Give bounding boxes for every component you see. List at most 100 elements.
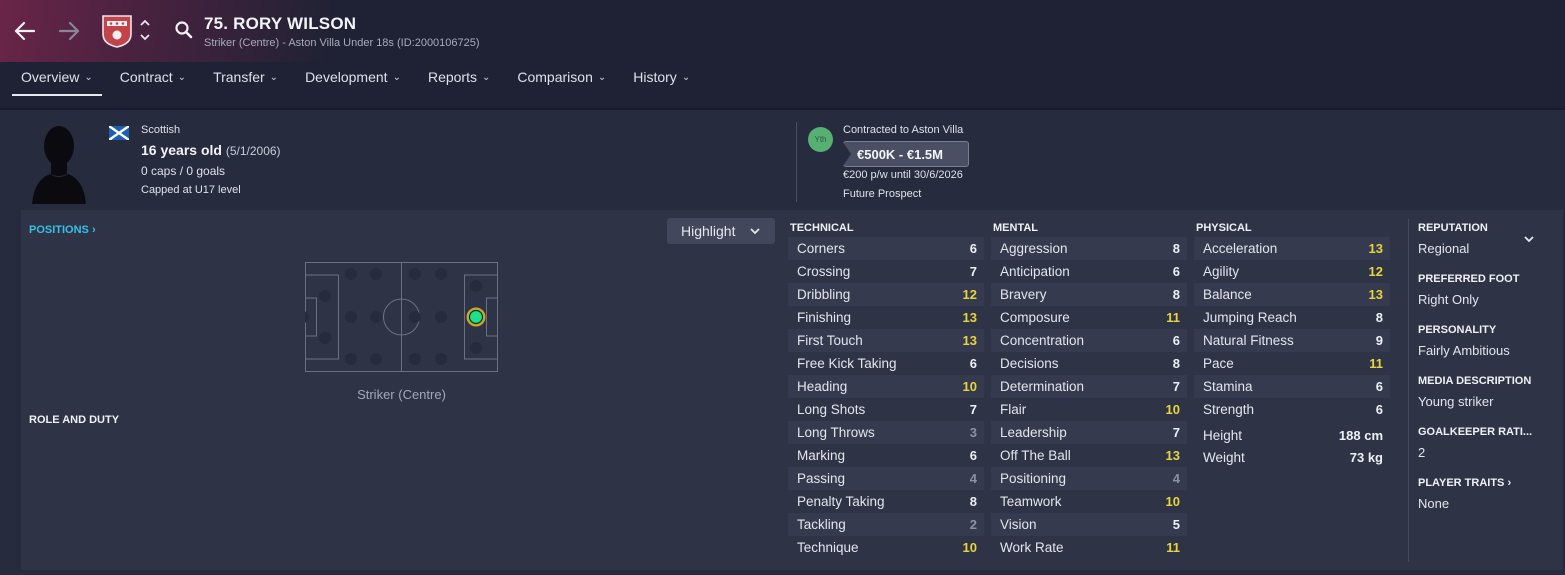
technical-attr-row[interactable]: Finishing 13 xyxy=(788,306,984,329)
reputation-header: REPUTATION xyxy=(1418,222,1488,234)
search-icon[interactable] xyxy=(174,20,194,40)
attr-name: Agility xyxy=(1203,264,1240,279)
attr-name: Concentration xyxy=(1000,333,1085,348)
technical-attr-row[interactable]: Long Shots 7 xyxy=(788,398,984,421)
chevron-down-icon: ⌄ xyxy=(481,72,491,83)
attr-name: Tackling xyxy=(797,517,846,532)
technical-attr-row[interactable]: Crossing 7 xyxy=(788,260,984,283)
chevron-down-icon[interactable] xyxy=(1522,232,1536,244)
attr-value: 6 xyxy=(969,448,977,463)
mental-attr-row[interactable]: Composure 11 xyxy=(991,306,1187,329)
technical-attr-row[interactable]: Passing 4 xyxy=(788,467,984,490)
technical-attr-row[interactable]: Corners 6 xyxy=(788,237,984,260)
physical-attr-row[interactable]: Pace 11 xyxy=(1194,352,1390,375)
highlight-dropdown[interactable]: Highlight xyxy=(667,218,775,244)
technical-attr-row[interactable]: Marking 6 xyxy=(788,444,984,467)
date-of-birth: (5/1/2006) xyxy=(225,144,281,158)
personality-header: PERSONALITY xyxy=(1418,324,1497,336)
mental-attr-row[interactable]: Concentration 6 xyxy=(991,329,1187,352)
mental-attr-row[interactable]: Decisions 8 xyxy=(991,352,1187,375)
tab-history[interactable]: History ⌄ xyxy=(624,64,699,94)
tab-label: Reports xyxy=(427,69,477,85)
technical-attr-row[interactable]: Heading 10 xyxy=(788,375,984,398)
attr-name: Finishing xyxy=(797,310,852,325)
physical-attr-row[interactable]: Balance 13 xyxy=(1194,283,1390,306)
attr-value: 12 xyxy=(1368,264,1383,279)
technical-attr-row[interactable]: Long Throws 3 xyxy=(788,421,984,444)
personality-group: PERSONALITY Fairly Ambitious xyxy=(1418,324,1558,375)
attr-value: 7 xyxy=(969,264,977,279)
chevron-down-icon: ⌄ xyxy=(177,72,187,83)
mental-attr-row[interactable]: Anticipation 6 xyxy=(991,260,1187,283)
physical-attr-row[interactable]: Acceleration 13 xyxy=(1194,237,1390,260)
tab-contract[interactable]: Contract ⌄ xyxy=(111,64,195,94)
height-row: Height 188 cm xyxy=(1203,424,1383,446)
attr-name: Determination xyxy=(1000,379,1085,394)
mental-attr-row[interactable]: Aggression 8 xyxy=(991,237,1187,260)
mental-attr-row[interactable]: Positioning 4 xyxy=(991,467,1187,490)
transfer-value-badge[interactable]: €500K - €1.5M xyxy=(843,141,969,167)
attr-name: Corners xyxy=(797,241,846,256)
chevron-down-icon: ⌄ xyxy=(681,72,691,83)
chevron-down-icon: ⌄ xyxy=(597,72,607,83)
mental-attr-row[interactable]: Off The Ball 13 xyxy=(991,444,1187,467)
chevron-down-icon xyxy=(750,228,760,235)
mental-attr-row[interactable]: Vision 5 xyxy=(991,513,1187,536)
transfer-value: €500K - €1.5M xyxy=(857,146,943,162)
physical-attr-row[interactable]: Stamina 6 xyxy=(1194,375,1390,398)
height-label: Height xyxy=(1203,427,1243,443)
mental-attr-row[interactable]: Teamwork 10 xyxy=(991,490,1187,513)
attr-value: 8 xyxy=(1172,241,1180,256)
mental-attr-row[interactable]: Determination 7 xyxy=(991,375,1187,398)
attr-value: 11 xyxy=(1166,310,1180,325)
physical-attr-row[interactable]: Agility 12 xyxy=(1194,260,1390,283)
tab-bar: Overview ⌄ Contract ⌄ Transfer ⌄ Developmen… xyxy=(12,64,708,96)
physical-attr-row[interactable]: Natural Fitness 9 xyxy=(1194,329,1390,352)
chevron-down-icon: ⌄ xyxy=(84,72,93,83)
technical-attr-row[interactable]: Free Kick Taking 6 xyxy=(788,352,984,375)
personality-value: Fairly Ambitious xyxy=(1418,343,1510,358)
technical-attr-row[interactable]: Tackling 2 xyxy=(788,513,984,536)
forward-arrow-icon[interactable] xyxy=(56,18,82,44)
positions-link[interactable]: POSITIONS › xyxy=(29,224,96,236)
technical-attr-row[interactable]: Penalty Taking 8 xyxy=(788,490,984,513)
technical-attr-row[interactable]: Technique 10 xyxy=(788,536,984,559)
attr-name: Bravery xyxy=(1000,287,1047,302)
player-avatar xyxy=(30,122,88,204)
contracted-to[interactable]: Contracted to Aston Villa xyxy=(843,124,963,136)
attr-value: 12 xyxy=(962,287,977,302)
attr-name: Passing xyxy=(797,471,846,486)
attr-value: 10 xyxy=(962,540,977,555)
mental-attr-row[interactable]: Flair 10 xyxy=(991,398,1187,421)
mental-attr-row[interactable]: Bravery 8 xyxy=(991,283,1187,306)
prospect-status: Future Prospect xyxy=(843,188,922,200)
attr-name: Crossing xyxy=(797,264,851,279)
reputation-group[interactable]: REPUTATION Regional xyxy=(1418,222,1558,273)
tab-comparison[interactable]: Comparison ⌄ xyxy=(508,64,615,94)
physical-attr-row[interactable]: Jumping Reach 8 xyxy=(1194,306,1390,329)
wage-info: €200 p/w until 30/6/2026 xyxy=(843,169,963,181)
highlight-label: Highlight xyxy=(681,223,736,239)
player-traits-group[interactable]: PLAYER TRAITS › None xyxy=(1418,477,1558,528)
mental-attr-row[interactable]: Leadership 7 xyxy=(991,421,1187,444)
club-crest-icon[interactable] xyxy=(101,14,133,48)
mental-attr-row[interactable]: Work Rate 11 xyxy=(991,536,1187,559)
attr-name: Heading xyxy=(797,379,848,394)
player-age: 16 years old (5/1/2006) xyxy=(141,142,281,158)
chevron-down-icon: ⌄ xyxy=(269,72,279,83)
physical-attr-row[interactable]: Strength 6 xyxy=(1194,398,1390,421)
tab-reports[interactable]: Reports ⌄ xyxy=(419,64,499,94)
tab-development[interactable]: Development ⌄ xyxy=(296,64,410,94)
tab-transfer[interactable]: Transfer ⌄ xyxy=(204,64,287,94)
attr-value: 8 xyxy=(1172,287,1180,302)
tab-overview[interactable]: Overview ⌄ xyxy=(12,64,102,96)
up-down-chevron-icon[interactable] xyxy=(138,16,152,44)
back-arrow-icon[interactable] xyxy=(12,18,38,44)
tab-label: Development xyxy=(305,69,388,85)
goalkeeper-rating-header: GOALKEEPER RATI... xyxy=(1418,426,1533,438)
body-measurements: Height 188 cm Weight 73 kg xyxy=(1194,424,1390,468)
technical-attr-row[interactable]: First Touch 13 xyxy=(788,329,984,352)
age-text: 16 years old xyxy=(141,142,222,158)
technical-attr-row[interactable]: Dribbling 12 xyxy=(788,283,984,306)
attr-name: Marking xyxy=(797,448,846,463)
